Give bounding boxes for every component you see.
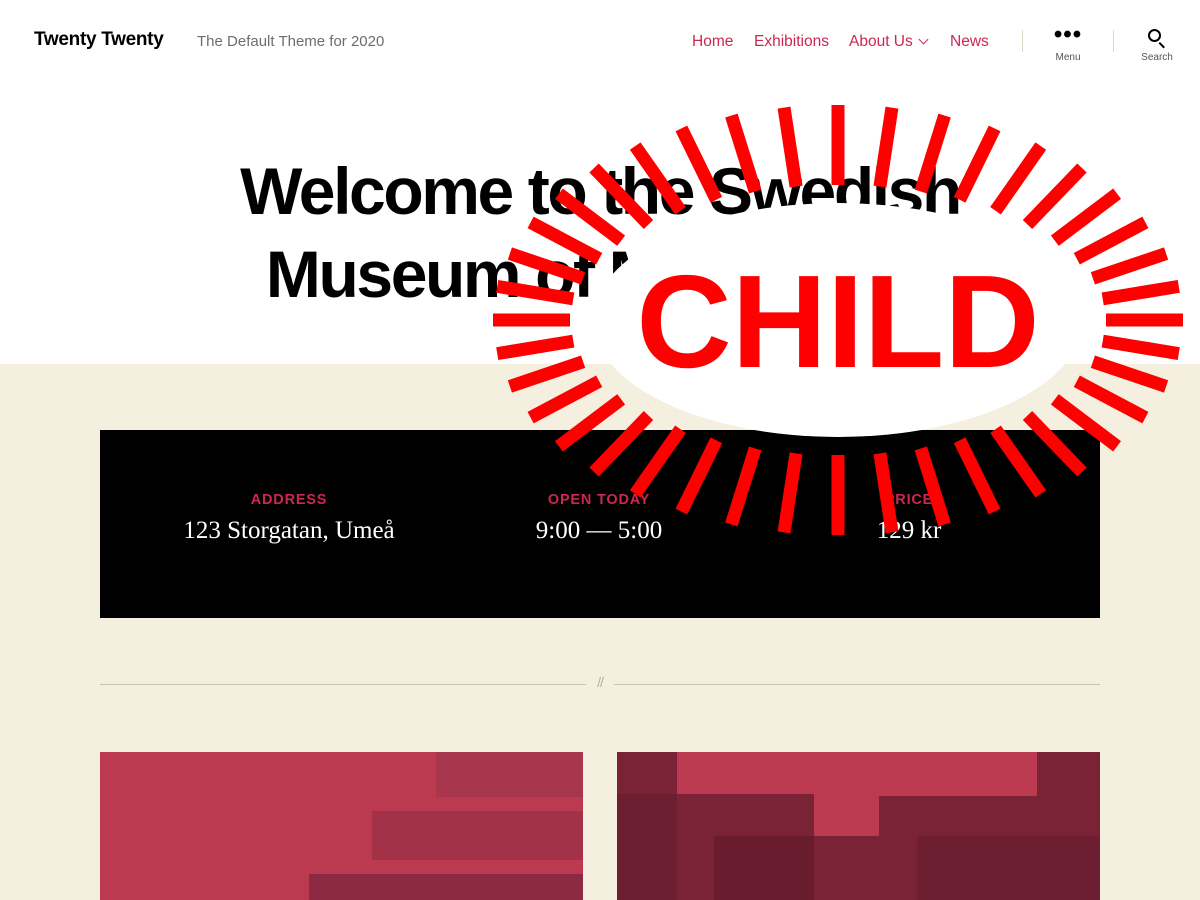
info-label: PRICE (884, 492, 934, 508)
nav-item-about-us[interactable]: About Us (849, 33, 929, 51)
menu-label: Menu (1055, 52, 1081, 63)
info-price: PRICE 129 kr (770, 492, 1048, 545)
info-label: OPEN TODAY (547, 492, 651, 508)
exhibition-card-image-2[interactable] (617, 752, 1100, 900)
header-divider-2 (1113, 30, 1114, 52)
info-hours: OPEN TODAY 9:00 — 5:00 (460, 492, 738, 545)
nav-item-exhibitions[interactable]: Exhibitions (754, 33, 829, 51)
info-address: ADDRESS 123 Storgatan, Umeå (150, 492, 428, 545)
page-title-line-1: Welcome to the Swedish (240, 154, 962, 228)
info-label: ADDRESS (250, 492, 328, 508)
menu-toggle[interactable]: ••• Menu (1033, 21, 1103, 64)
separator-line-left (100, 684, 586, 685)
more-horizontal-icon: ••• (1053, 21, 1083, 48)
header-divider (1022, 30, 1023, 52)
separator-mark: // (597, 674, 604, 690)
site-title[interactable]: Twenty Twenty (34, 29, 164, 51)
nav-item-home[interactable]: Home (692, 33, 733, 51)
exhibition-card-image-1[interactable] (100, 752, 583, 900)
search-label: Search (1141, 52, 1173, 63)
chevron-down-icon (918, 34, 929, 45)
info-value: 129 kr (876, 517, 942, 544)
site-header: Twenty Twenty The Default Theme for 2020… (0, 0, 1200, 84)
info-value: 123 Storgatan, Umeå (183, 517, 395, 544)
info-value: 9:00 — 5:00 (535, 517, 663, 544)
nav-item-about-us-label: About Us (849, 33, 913, 50)
info-box: ADDRESS 123 Storgatan, Umeå OPEN TODAY 9… (100, 430, 1100, 618)
site-description: The Default Theme for 2020 (197, 33, 385, 50)
search-toggle[interactable]: Search (1122, 28, 1192, 63)
search-icon (1147, 28, 1167, 49)
page-title: Welcome to the Swedish Museum of Modern … (150, 150, 1050, 315)
page-title-line-2: Museum of Modern Art (265, 236, 937, 311)
nav-item-news[interactable]: News (950, 33, 989, 51)
separator-line-right (614, 684, 1100, 685)
